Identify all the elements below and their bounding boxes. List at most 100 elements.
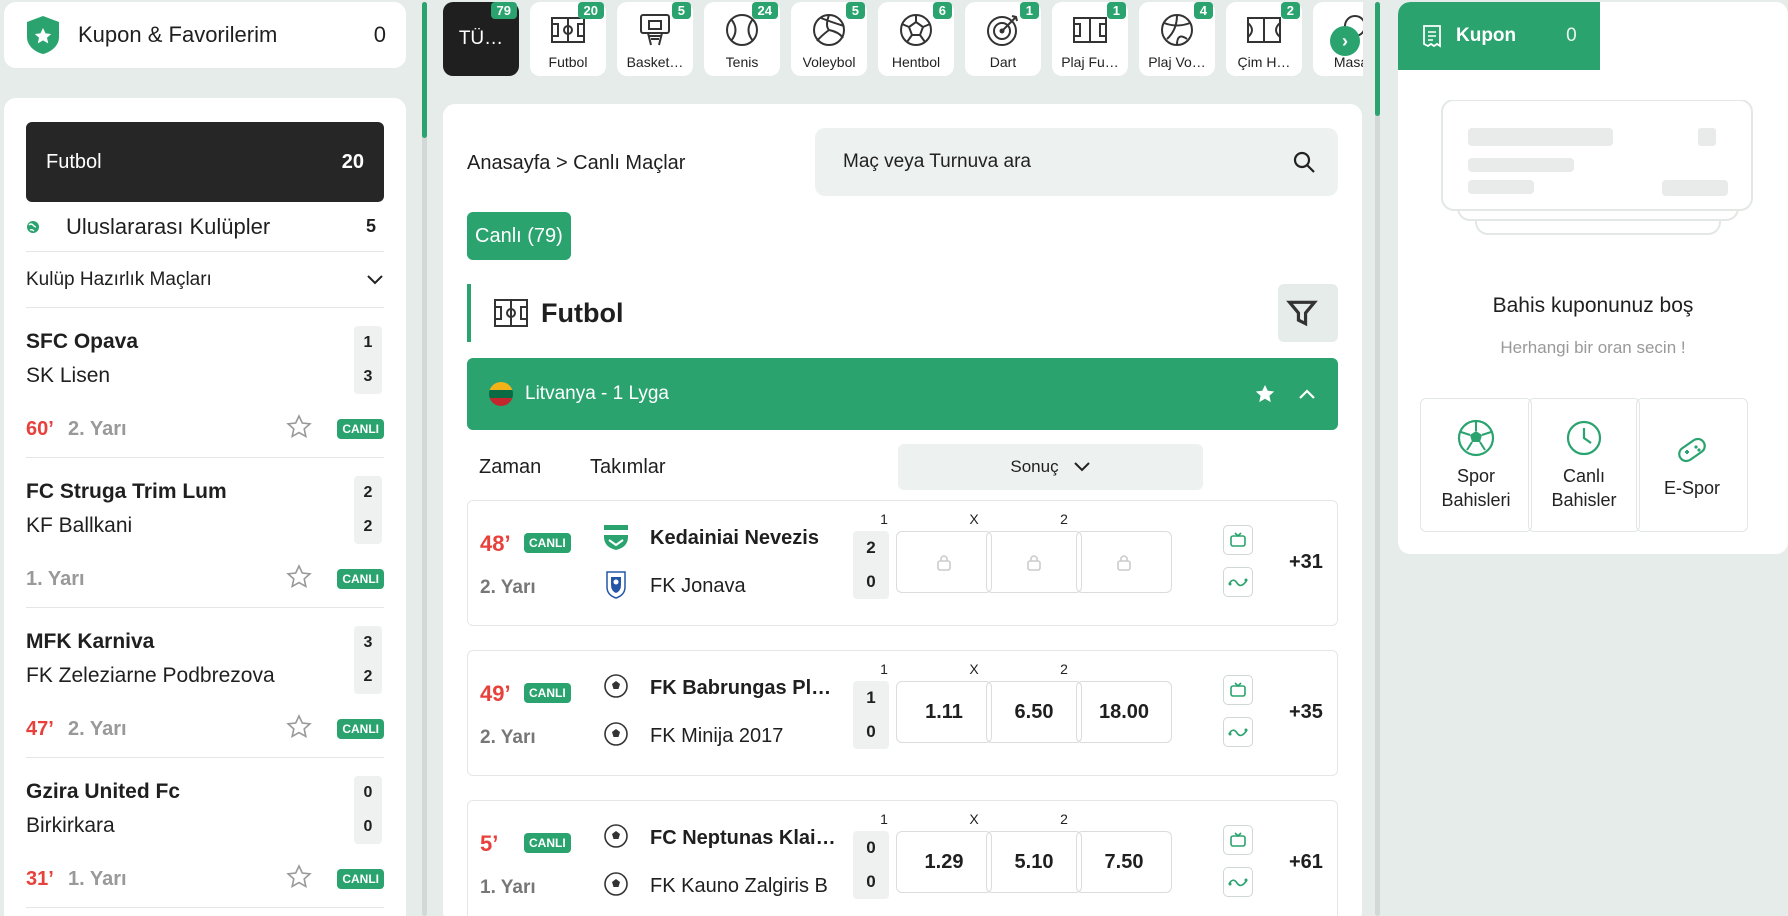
lock-icon	[937, 555, 951, 571]
away-score: 0	[866, 872, 876, 891]
chevron-up-icon[interactable]	[1298, 388, 1316, 400]
live-betting-link[interactable]: Canlı Bahisler	[1528, 398, 1640, 532]
tab-plaj-futbolu[interactable]: 1 Plaj Fu…	[1052, 2, 1128, 76]
odd-button-away[interactable]: 18.00	[1076, 681, 1172, 743]
list-item[interactable]: SFC Opava SK Lisen 13 60’ 2. Yarı CANLI	[26, 308, 384, 458]
away-team: Birkirkara	[26, 814, 115, 837]
list-item[interactable]: FC Struga Trim Lum KF Ballkani 22 1. Yar…	[26, 458, 384, 608]
filter-button[interactable]	[1278, 284, 1338, 342]
live-tv-button[interactable]	[1223, 825, 1253, 855]
tab-plaj-voleybolu[interactable]: 4 Plaj Vo…	[1139, 2, 1215, 76]
star-icon[interactable]	[286, 714, 312, 740]
category-label: Kulüp Hazırlık Maçları	[26, 268, 212, 290]
table-row[interactable]: 5’ CANLI 1. Yarı FC Neptunas Klai… FK Ka…	[467, 800, 1338, 916]
table-row[interactable]: 48’ CANLI 2. Yarı Kedainiai Nevezis FK J…	[467, 500, 1338, 626]
star-icon[interactable]	[286, 414, 312, 440]
odd-button-away[interactable]: 7.50	[1076, 831, 1172, 893]
sports-betting-link[interactable]: Spor Bahisleri	[1420, 398, 1532, 532]
more-markets-link[interactable]: +61	[1289, 851, 1323, 874]
favorites-bar[interactable]: Kupon & Favorilerim 0	[4, 2, 406, 68]
tab-all[interactable]: 79 TÜ…	[443, 2, 519, 76]
stats-button[interactable]	[1223, 717, 1253, 747]
column-headers: Zaman Takımlar Sonuç	[467, 444, 1338, 490]
table-row[interactable]: 49’ CANLI 2. Yarı FK Babrungas Pl… FK Mi…	[467, 650, 1338, 776]
stats-button[interactable]	[1223, 867, 1253, 897]
list-item[interactable]: Gzira United Fc Birkirkara 00 31’ 1. Yar…	[26, 758, 384, 908]
breadcrumb[interactable]: Anasayfa > Canlı Maçlar	[467, 152, 685, 175]
more-markets-link[interactable]: +31	[1289, 551, 1323, 574]
tv-icon	[1230, 832, 1246, 847]
live-tv-button[interactable]	[1223, 675, 1253, 705]
gamepad-icon	[1678, 437, 1706, 463]
favorites-label: Kupon & Favorilerim	[78, 22, 278, 47]
home-score: 2	[363, 484, 373, 501]
live-filter-button[interactable]: Canlı (79)	[467, 212, 571, 260]
home-team: FK Babrungas Pl…	[650, 677, 832, 699]
league-name: Litvanya - 1 Lyga	[525, 383, 669, 404]
tab-voleybol[interactable]: 5 Voleybol	[791, 2, 867, 76]
left-scrollbar-thumb[interactable]	[422, 2, 427, 138]
odd-button-draw[interactable]: 6.50	[986, 681, 1082, 743]
tv-icon	[1230, 682, 1246, 697]
right-scrollbar-thumb[interactable]	[1375, 2, 1380, 116]
league-header[interactable]: Litvanya - 1 Lyga	[467, 358, 1338, 430]
home-team: MFK Karniva	[26, 630, 155, 653]
market-select[interactable]: Sonuç	[898, 444, 1203, 490]
score-box: 22	[354, 476, 382, 544]
empty-coupon-illustration	[1441, 100, 1753, 235]
handball-icon	[900, 14, 932, 46]
category-dropdown[interactable]: Kulüp Hazırlık Maçları	[26, 252, 384, 308]
stats-button[interactable]	[1223, 567, 1253, 597]
tab-label: Çim H…	[1237, 54, 1291, 70]
odd-button-home[interactable]: 1.29	[896, 831, 992, 893]
star-icon[interactable]	[286, 864, 312, 890]
odd-button-locked[interactable]	[986, 531, 1082, 593]
more-markets-link[interactable]: +35	[1289, 701, 1323, 724]
away-team: KF Ballkani	[26, 514, 133, 537]
tab-cim-hokeyi[interactable]: 2 Çim H…	[1226, 2, 1302, 76]
search-icon[interactable]	[1292, 150, 1316, 174]
live-badge: CANLI	[524, 833, 571, 853]
star-icon[interactable]	[286, 564, 312, 590]
odd-label: 2	[1060, 811, 1068, 827]
match-period: 1. Yarı	[480, 877, 536, 898]
home-score: 1	[363, 334, 373, 351]
col-time: Zaman	[479, 456, 542, 478]
away-team: FK Minija 2017	[650, 725, 784, 747]
filter-icon	[1286, 300, 1318, 327]
tab-coupon[interactable]: Kupon 0	[1398, 2, 1600, 70]
list-item[interactable]: MFK Karniva FK Zeleziarne Podbrezova 32 …	[26, 608, 384, 758]
tabs-next-button[interactable]: ›	[1330, 26, 1360, 56]
search-input[interactable]: Maç veya Turnuva ara	[815, 128, 1338, 196]
esports-link[interactable]: E-Spor	[1636, 398, 1748, 532]
tab-label: Dart	[989, 54, 1017, 70]
intl-clubs-row[interactable]: Uluslararası Kulüpler 5	[26, 202, 384, 252]
home-team: Kedainiai Nevezis	[650, 527, 819, 549]
odd-button-home[interactable]: 1.11	[896, 681, 992, 743]
tab-tenis[interactable]: 24 Tenis	[704, 2, 780, 76]
live-badge: CANLI	[524, 533, 571, 553]
odd-button-draw[interactable]: 5.10	[986, 831, 1082, 893]
sport-header-count: 20	[341, 150, 364, 173]
sport-header-futbol[interactable]: Futbol 20	[26, 122, 384, 202]
away-score: 3	[363, 368, 373, 385]
live-badge: CANLI	[337, 569, 384, 589]
tab-dart[interactable]: 1 Dart	[965, 2, 1041, 76]
live-tv-button[interactable]	[1223, 525, 1253, 555]
tab-basketbol[interactable]: 5 Basket…	[617, 2, 693, 76]
tab-count: 1	[1106, 2, 1126, 19]
home-team: Gzira United Fc	[26, 780, 181, 803]
odd-button-locked[interactable]	[896, 531, 992, 593]
live-badge: CANLI	[337, 419, 384, 439]
tab-hentbol[interactable]: 6 Hentbol	[878, 2, 954, 76]
tab-futbol[interactable]: 20 Futbol	[530, 2, 606, 76]
home-team: SFC Opava	[26, 330, 139, 353]
chevron-down-icon	[1073, 462, 1090, 472]
match-period: 2. Yarı	[68, 718, 127, 740]
away-score: 2	[363, 518, 373, 535]
odd-button-locked[interactable]	[1076, 531, 1172, 593]
away-team: FK Zeleziarne Podbrezova	[26, 664, 275, 687]
section-title: Futbol	[541, 297, 624, 328]
tab-count: 4	[1193, 2, 1213, 19]
favorite-icon[interactable]	[1254, 383, 1276, 405]
